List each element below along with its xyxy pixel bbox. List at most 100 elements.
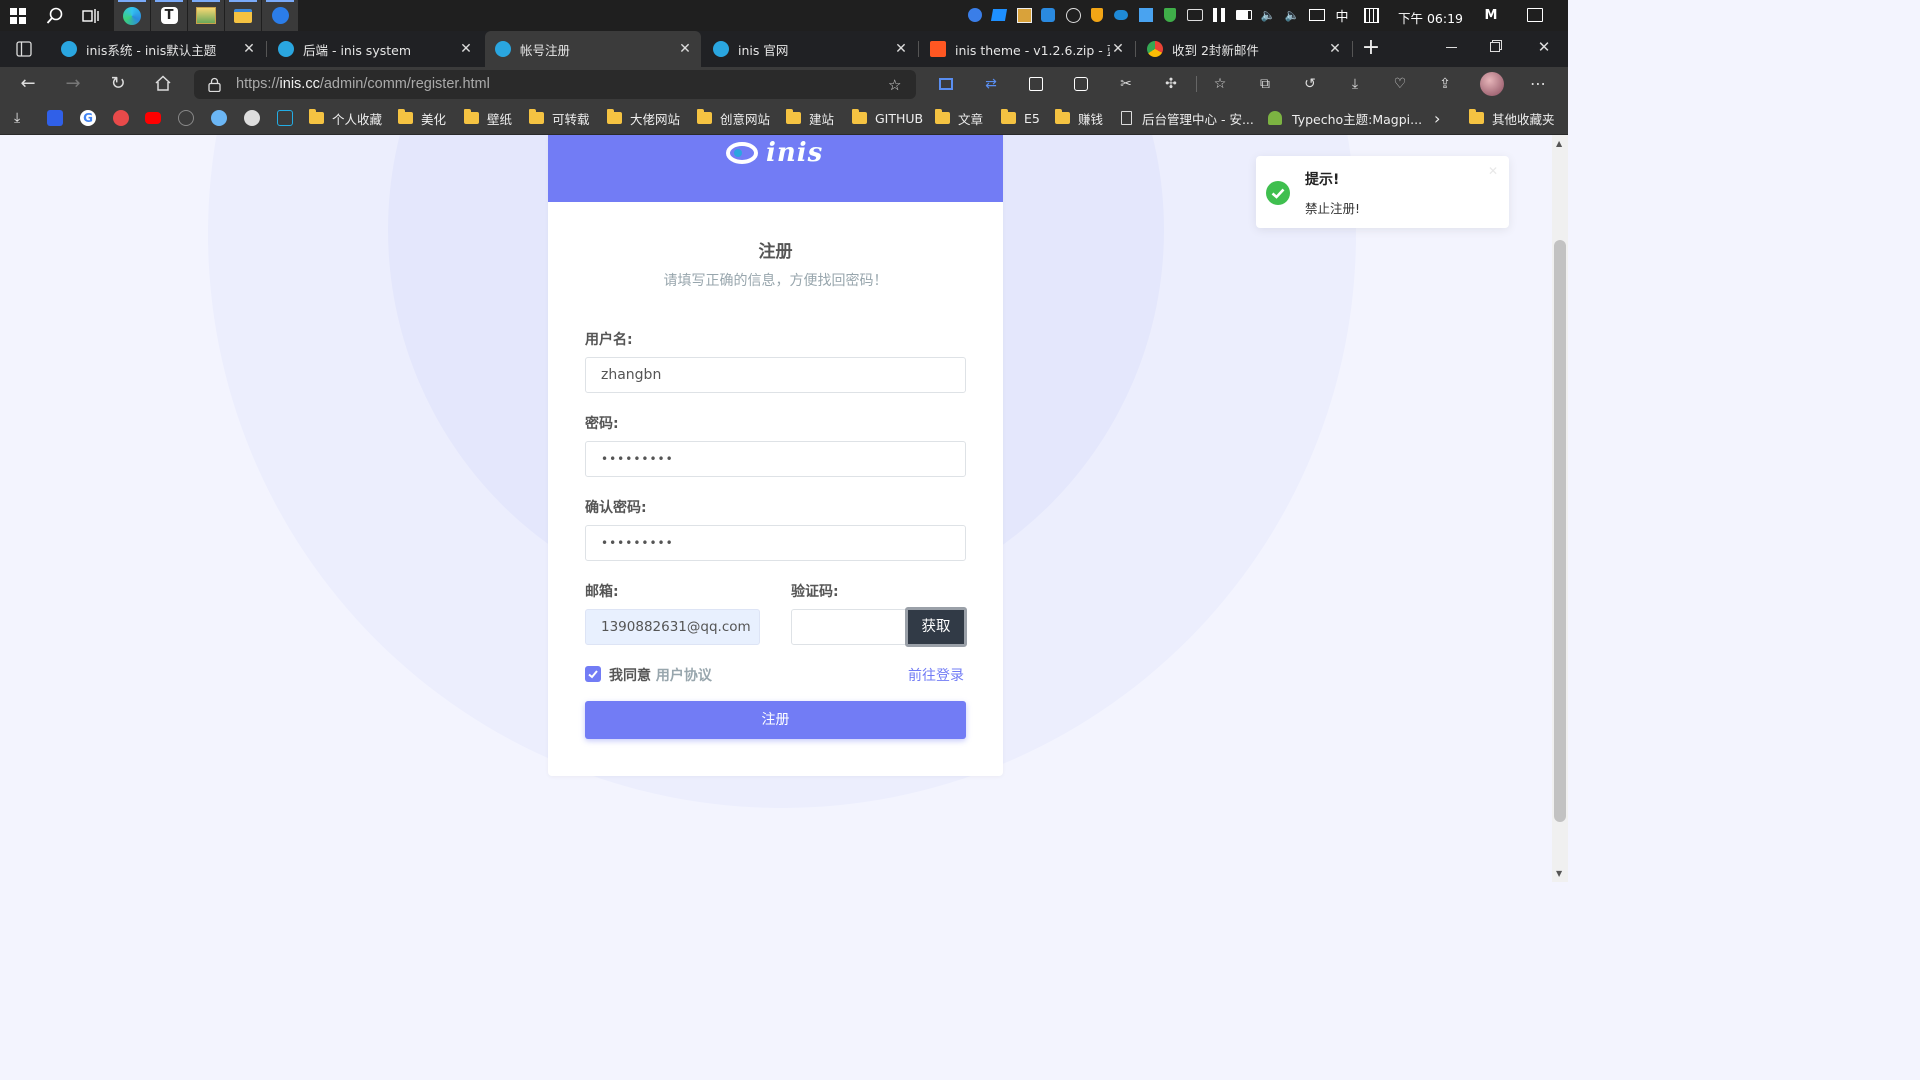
bookmark-site-icon[interactable] bbox=[244, 110, 260, 126]
bookmark-folder[interactable]: 赚钱 bbox=[1055, 109, 1103, 127]
tab-lanzou-download[interactable]: inis theme - v1.2.6.zip - 蓝奏 ✕ bbox=[920, 31, 1134, 67]
bookmark-folder[interactable]: 美化 bbox=[398, 109, 446, 127]
close-tab-icon[interactable]: ✕ bbox=[1110, 41, 1126, 57]
tray-app-icon[interactable] bbox=[1113, 7, 1129, 23]
bookmark-site-icon[interactable] bbox=[113, 110, 129, 126]
bookmark-folder[interactable]: 可转载 bbox=[529, 109, 590, 127]
tab-mail[interactable]: 收到 2封新邮件 ✕ bbox=[1137, 31, 1351, 67]
collections-icon[interactable]: ⧉ bbox=[1256, 75, 1274, 93]
network-icon[interactable] bbox=[1309, 7, 1325, 23]
tray-security-icon[interactable] bbox=[1162, 7, 1178, 23]
register-submit-button[interactable]: 注册 bbox=[585, 701, 966, 739]
address-bar[interactable]: https://inis.cc/admin/comm/register.html… bbox=[194, 70, 916, 99]
battery-icon[interactable] bbox=[1236, 7, 1252, 23]
profile-avatar[interactable] bbox=[1480, 72, 1504, 96]
edge-app-icon[interactable] bbox=[114, 0, 150, 31]
bookmark-folder[interactable]: 建站 bbox=[786, 109, 834, 127]
extension-icon[interactable] bbox=[1027, 75, 1045, 93]
more-options-icon[interactable]: ⋯ bbox=[1529, 75, 1547, 93]
bookmark-folder[interactable]: 个人收藏 bbox=[309, 109, 382, 127]
forward-arrow-icon[interactable]: → bbox=[63, 74, 83, 94]
ime-mode-icon[interactable] bbox=[1363, 7, 1379, 23]
tray-app-icon[interactable] bbox=[1065, 7, 1081, 23]
username-input[interactable]: zhangbn bbox=[585, 357, 966, 393]
user-agreement-link[interactable]: 用户协议 bbox=[656, 668, 712, 684]
extension-icon[interactable] bbox=[937, 75, 955, 93]
email-input[interactable]: 1390882631@qq.com bbox=[585, 609, 760, 645]
ime-indicator[interactable]: 中 bbox=[1333, 7, 1351, 25]
cloud-bookmark-icon[interactable] bbox=[211, 110, 227, 126]
toast-close-icon[interactable]: ✕ bbox=[1486, 164, 1500, 178]
scissors-icon[interactable]: ✂ bbox=[1117, 75, 1135, 93]
minimize-window-icon[interactable] bbox=[1444, 39, 1460, 57]
close-tab-icon[interactable]: ✕ bbox=[241, 41, 257, 57]
bookmark-site-icon[interactable] bbox=[178, 110, 194, 126]
confirm-password-input[interactable]: ••••••••• bbox=[585, 525, 966, 561]
tab-inis-system[interactable]: inis系统 - inis默认主题 ✕ bbox=[51, 31, 265, 67]
scrollbar-thumb[interactable] bbox=[1554, 240, 1566, 822]
page-scrollbar[interactable]: ▲ ▼ bbox=[1552, 135, 1568, 882]
typora-app-icon[interactable]: T bbox=[151, 0, 187, 31]
scroll-down-arrow-icon[interactable]: ▼ bbox=[1556, 869, 1562, 878]
lock-icon[interactable] bbox=[208, 77, 222, 93]
verification-code-input[interactable] bbox=[791, 609, 907, 645]
back-arrow-icon[interactable]: ← bbox=[18, 74, 38, 94]
url-text[interactable]: https://inis.cc/admin/comm/register.html bbox=[236, 76, 490, 92]
tab-backend[interactable]: 后端 - inis system ✕ bbox=[268, 31, 482, 67]
close-tab-icon[interactable]: ✕ bbox=[458, 41, 474, 57]
close-tab-icon[interactable]: ✕ bbox=[893, 41, 909, 57]
tab-inis-official[interactable]: inis 官网 ✕ bbox=[703, 31, 917, 67]
close-tab-icon[interactable]: ✕ bbox=[1327, 41, 1343, 57]
speaker-icon[interactable]: 🔈 bbox=[1260, 7, 1276, 23]
search-icon[interactable] bbox=[37, 0, 73, 31]
tray-app-icon[interactable] bbox=[1016, 7, 1032, 23]
tray-app-icon[interactable] bbox=[1138, 7, 1154, 23]
tray-shield-icon[interactable] bbox=[1089, 7, 1105, 23]
file-explorer-app-icon[interactable] bbox=[225, 0, 261, 31]
speaker-icon[interactable]: 🔈 bbox=[1284, 7, 1300, 23]
image-viewer-app-icon[interactable] bbox=[188, 0, 224, 31]
bookmark-folder[interactable]: 文章 bbox=[935, 109, 983, 127]
extension-icon[interactable] bbox=[1072, 75, 1090, 93]
tray-app-icon[interactable] bbox=[1187, 7, 1203, 23]
restore-window-icon[interactable] bbox=[1490, 40, 1504, 54]
windows-start-icon[interactable] bbox=[0, 0, 36, 31]
tray-app-icon[interactable] bbox=[990, 7, 1008, 23]
bookmark-folder[interactable]: 壁纸 bbox=[464, 109, 512, 127]
baidu-bookmark-icon[interactable] bbox=[47, 110, 63, 126]
share-icon[interactable]: ⇪ bbox=[1436, 75, 1454, 93]
extensions-puzzle-icon[interactable]: ✣ bbox=[1162, 75, 1180, 93]
bookmark-folder[interactable]: E5 bbox=[1001, 109, 1040, 127]
scroll-up-arrow-icon[interactable]: ▲ bbox=[1556, 139, 1562, 148]
blue-app-icon[interactable] bbox=[262, 0, 298, 31]
tab-register[interactable]: 帐号注册 ✕ bbox=[485, 31, 701, 67]
password-input[interactable]: ••••••••• bbox=[585, 441, 966, 477]
youtube-bookmark-icon[interactable] bbox=[145, 112, 161, 124]
bookmark-folder[interactable]: 大佬网站 bbox=[607, 109, 680, 127]
bookmark-folder[interactable]: 创意网站 bbox=[697, 109, 770, 127]
tab-actions-icon[interactable] bbox=[16, 41, 32, 57]
google-bookmark-icon[interactable]: G bbox=[80, 110, 96, 126]
go-to-login-link[interactable]: 前往登录 bbox=[908, 665, 964, 685]
tray-app-icon[interactable] bbox=[1040, 7, 1056, 23]
favorites-icon[interactable]: ☆ bbox=[1211, 75, 1229, 93]
more-bookmarks-chevron-icon[interactable]: › bbox=[1434, 109, 1440, 128]
reload-icon[interactable]: ↻ bbox=[108, 74, 128, 94]
add-favorite-star-icon[interactable]: ☆ bbox=[888, 76, 906, 94]
downloads-icon[interactable]: ⤓ bbox=[1346, 75, 1364, 93]
bookmark-page[interactable]: Typecho主题:Magpi... bbox=[1268, 109, 1422, 127]
other-favorites-folder[interactable]: 其他收藏夹 bbox=[1469, 109, 1555, 127]
taskbar-clock[interactable]: 下午 06:19 bbox=[1398, 8, 1463, 27]
bookmark-folder[interactable]: GITHUB bbox=[852, 109, 923, 127]
tray-app-icon[interactable] bbox=[1211, 7, 1227, 23]
task-view-icon[interactable] bbox=[73, 0, 109, 31]
agree-checkbox[interactable] bbox=[585, 666, 601, 682]
close-window-icon[interactable]: ✕ bbox=[1536, 37, 1552, 57]
history-icon[interactable]: ↺ bbox=[1301, 75, 1319, 93]
get-code-button[interactable]: 获取 bbox=[905, 607, 967, 647]
bookmark-page[interactable]: 后台管理中心 - 安... bbox=[1121, 109, 1254, 127]
download-bookmark-icon[interactable]: ⤓ bbox=[14, 110, 30, 126]
bilibili-bookmark-icon[interactable] bbox=[277, 110, 293, 126]
home-icon[interactable] bbox=[153, 74, 173, 94]
extension-icon[interactable]: ⇄ bbox=[982, 75, 1000, 93]
